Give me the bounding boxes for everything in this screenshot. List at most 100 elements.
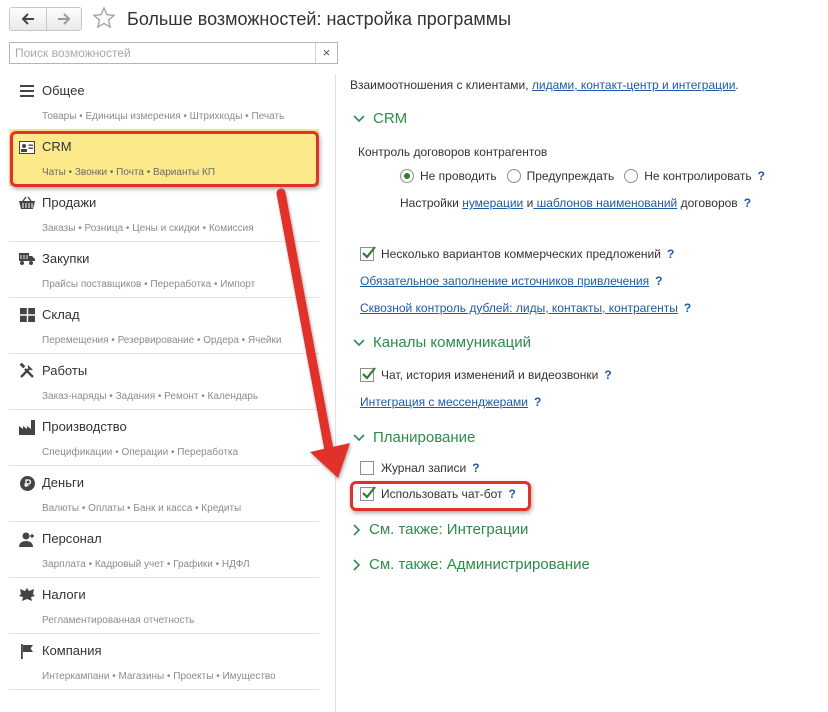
checkbox-label: Журнал записи — [381, 461, 467, 475]
contracts-settings-line: Настройки нумерации и шаблонов наименова… — [400, 196, 751, 210]
see-also-integrations[interactable]: См. также: Интеграции — [353, 521, 528, 538]
journal-checkbox[interactable] — [360, 461, 374, 475]
sidebar-item-title: Работы — [42, 363, 88, 378]
sidebar-item-subtitle: Перемещения • Резервирование • Ордера • … — [42, 335, 282, 346]
lead-sources-link[interactable]: Обязательное заполнение источников привл… — [360, 274, 649, 288]
sidebar-item-production[interactable]: Производство Спецификации • Операции • П… — [9, 410, 319, 466]
sidebar-item-subtitle: Чаты • Звонки • Почта • Варианты КП — [42, 167, 216, 178]
ruble-coin-icon — [19, 475, 35, 491]
sidebar-item-purchases[interactable]: Закупки Прайсы поставщиков • Переработка… — [9, 242, 319, 298]
radio-button[interactable] — [400, 169, 414, 183]
checkmark-icon — [362, 486, 376, 499]
help-button[interactable]: ? — [655, 274, 662, 288]
chatbot-option[interactable]: Использовать чат-бот ? — [360, 486, 516, 501]
search-clear-button[interactable]: × — [315, 43, 337, 63]
contracts-control-label: Контроль договоров контрагентов — [358, 145, 548, 159]
sidebar-item-general[interactable]: Общее Товары • Единицы измерения • Штрих… — [9, 74, 319, 130]
group-channels-header[interactable]: Каналы коммуникаций — [353, 334, 531, 351]
sidebar-item-subtitle: Интеркампани • Магазины • Проекты • Имущ… — [42, 671, 276, 682]
sidebar-item-subtitle: Прайсы поставщиков • Переработка • Импор… — [42, 279, 256, 290]
sidebar-item-title: Продажи — [42, 195, 97, 210]
arrow-right-icon — [57, 13, 71, 25]
intro-text: Взаимоотношения с клиентами, — [350, 78, 532, 92]
sidebar-item-personnel[interactable]: Персонал Зарплата • Кадровый учет • Граф… — [9, 522, 319, 578]
star-icon — [92, 6, 116, 29]
lead-sources-row: Обязательное заполнение источников привл… — [360, 274, 662, 288]
person-icon — [19, 531, 35, 547]
crm-intro: Взаимоотношения с клиентами, лидами, кон… — [350, 78, 739, 92]
group-title: CRM — [373, 110, 408, 127]
radio-no-control[interactable]: Не контролировать ? — [624, 169, 765, 183]
sidebar-item-warehouse[interactable]: Склад Перемещения • Резервирование • Орд… — [9, 298, 319, 354]
settings-suffix: договоров — [677, 196, 738, 210]
title-bar: Больше возможностей: настройка программы — [0, 0, 828, 40]
radio-label: Не контролировать — [644, 169, 752, 183]
sidebar-item-works[interactable]: Работы Заказ-наряды • Задания • Ремонт •… — [9, 354, 319, 410]
arrow-left-icon — [21, 13, 34, 25]
forward-button[interactable] — [45, 8, 82, 30]
group-crm-header[interactable]: CRM — [353, 110, 407, 127]
chevron-right-icon — [353, 523, 361, 536]
intro-link[interactable]: лидами, контакт-центр и интеграции — [532, 78, 736, 92]
sections-sidebar: Общее Товары • Единицы измерения • Штрих… — [9, 74, 319, 690]
favorite-button[interactable] — [92, 6, 116, 33]
multi-offers-checkbox[interactable] — [360, 246, 376, 261]
search-input[interactable] — [10, 43, 315, 63]
menu-lines-icon — [19, 83, 35, 99]
see-also-administration[interactable]: См. также: Администрирование — [353, 556, 590, 573]
sidebar-item-company[interactable]: Компания Интеркампани • Магазины • Проек… — [9, 634, 319, 690]
help-button[interactable]: ? — [509, 487, 516, 501]
duplicates-control-link[interactable]: Сквозной контроль дублей: лиды, контакты… — [360, 301, 678, 315]
group-title: См. также: Интеграции — [369, 521, 529, 538]
window-title: Больше возможностей: настройка программы — [127, 9, 512, 29]
help-button[interactable]: ? — [667, 247, 674, 261]
sidebar-item-sales[interactable]: Продажи Заказы • Розница • Цены и скидки… — [9, 186, 319, 242]
help-button[interactable]: ? — [604, 368, 611, 382]
truck-icon — [19, 251, 35, 267]
factory-icon — [19, 419, 35, 435]
name-templates-link[interactable]: шаблонов наименований — [533, 196, 678, 210]
help-button[interactable]: ? — [758, 169, 765, 183]
group-title: Каналы коммуникаций — [373, 334, 532, 351]
chevron-right-icon — [353, 558, 361, 571]
chevron-down-icon — [353, 114, 365, 123]
radio-button[interactable] — [506, 169, 521, 183]
group-planning-header[interactable]: Планирование — [353, 429, 475, 446]
warehouse-grid-icon — [19, 307, 35, 323]
chat-checkbox[interactable] — [360, 367, 376, 382]
sidebar-item-subtitle: Спецификации • Операции • Переработка — [42, 447, 239, 458]
intro-end: . — [735, 78, 739, 92]
sidebar-item-title: Производство — [42, 419, 127, 434]
sidebar-item-title: Деньги — [42, 475, 84, 490]
sidebar-item-crm[interactable]: CRM Чаты • Звонки • Почта • Варианты КП — [9, 130, 319, 186]
sidebar-item-money[interactable]: Деньги Валюты • Оплаты • Банк и касса • … — [9, 466, 319, 522]
sidebar-item-taxes[interactable]: Налоги Регламентированная отчетность — [9, 578, 319, 634]
radio-warn[interactable]: Предупреждать — [506, 169, 614, 183]
sidebar-item-subtitle: Валюты • Оплаты • Банк и касса • Кредиты — [42, 503, 242, 514]
checkbox-label: Чат, история изменений и видеозвонки — [381, 368, 599, 382]
help-button[interactable]: ? — [744, 196, 751, 210]
messengers-row: Интеграция с мессенджерами ? — [360, 395, 541, 409]
chatbot-checkbox[interactable] — [360, 486, 376, 501]
numbering-link[interactable]: нумерации — [462, 196, 523, 210]
tools-icon — [19, 363, 35, 379]
sidebar-item-title: Компания — [42, 643, 102, 658]
back-button[interactable] — [10, 8, 46, 30]
checkmark-icon — [362, 367, 376, 380]
help-button[interactable]: ? — [472, 461, 479, 475]
help-button[interactable]: ? — [684, 301, 691, 315]
sidebar-item-title: Склад — [42, 307, 80, 322]
multi-offers-option[interactable]: Несколько вариантов коммерческих предлож… — [360, 246, 674, 261]
radio-button[interactable] — [624, 169, 639, 183]
checkbox-label: Использовать чат-бот — [381, 487, 503, 501]
basket-icon — [19, 195, 35, 211]
sidebar-item-subtitle: Заказ-наряды • Задания • Ремонт • Календ… — [42, 391, 259, 402]
sidebar-item-subtitle: Заказы • Розница • Цены и скидки • Комис… — [42, 223, 254, 234]
help-button[interactable]: ? — [534, 395, 541, 409]
messengers-link[interactable]: Интеграция с мессенджерами — [360, 395, 528, 409]
chevron-down-icon — [353, 433, 365, 442]
flag-icon — [19, 643, 35, 659]
journal-option[interactable]: Журнал записи ? — [360, 461, 480, 475]
radio-no-check[interactable]: Не проводить — [400, 169, 497, 183]
chat-option[interactable]: Чат, история изменений и видеозвонки ? — [360, 367, 612, 382]
